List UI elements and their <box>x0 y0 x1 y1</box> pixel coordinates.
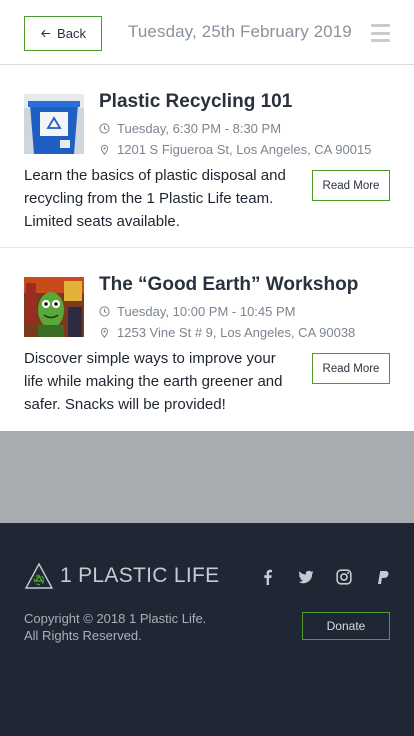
map-pin-icon <box>100 144 109 155</box>
arrow-left-icon <box>41 29 51 38</box>
facebook-icon[interactable] <box>259 568 277 586</box>
event-description: Discover simple ways to improve your lif… <box>24 350 283 413</box>
event-time: Tuesday, 6:30 PM - 8:30 PM <box>99 121 281 136</box>
back-button[interactable]: Back <box>24 16 102 51</box>
instagram-icon[interactable] <box>335 568 353 586</box>
top-bar: Back Tuesday, 25th February 2019 <box>0 0 414 65</box>
event-location: 1253 Vine St # 9, Los Angeles, CA 90038 <box>99 325 355 340</box>
twitter-icon[interactable] <box>297 568 315 586</box>
clock-icon <box>99 306 110 317</box>
copyright-text: Copyright © 2018 1 Plastic Life. All Rig… <box>24 611 207 643</box>
event-card: Plastic Recycling 101 Tuesday, 6:30 PM -… <box>0 65 414 248</box>
event-location-text: 1253 Vine St # 9, Los Angeles, CA 90038 <box>117 325 356 340</box>
menu-icon[interactable] <box>371 24 390 42</box>
donate-button[interactable]: Donate <box>302 612 390 640</box>
event-thumbnail[interactable] <box>24 277 84 337</box>
event-title[interactable]: The “Good Earth” Workshop <box>99 274 358 296</box>
back-label: Back <box>57 26 86 41</box>
content-spacer <box>0 431 414 523</box>
map-pin-icon <box>100 327 109 338</box>
event-time-text: Tuesday, 6:30 PM - 8:30 PM <box>117 121 282 136</box>
event-time: Tuesday, 10:00 PM - 10:45 PM <box>99 304 295 319</box>
event-card: The “Good Earth” Workshop Tuesday, 10:00… <box>0 248 414 431</box>
paypal-icon[interactable] <box>373 568 391 586</box>
logo-text: 1 PLASTIC LIFE <box>60 564 220 587</box>
read-more-button[interactable]: Read More <box>312 170 390 201</box>
event-time-text: Tuesday, 10:00 PM - 10:45 PM <box>117 304 296 319</box>
event-thumbnail[interactable] <box>24 94 84 154</box>
footer-logo[interactable]: 1 PLASTIC LIFE <box>24 562 219 590</box>
recycle-triangle-icon <box>24 562 54 589</box>
page-title: Tuesday, 25th February 2019 <box>128 22 352 41</box>
event-title[interactable]: Plastic Recycling 101 <box>99 91 292 113</box>
event-location: 1201 S Figueroa St, Los Angeles, CA 9001… <box>99 142 371 157</box>
event-description: Learn the basics of plastic disposal and… <box>24 167 286 230</box>
footer: 1 PLASTIC LIFE Copyright © 2018 1 Plasti… <box>0 523 414 736</box>
clock-icon <box>99 123 110 134</box>
event-location-text: 1201 S Figueroa St, Los Angeles, CA 9001… <box>117 142 372 157</box>
read-more-button[interactable]: Read More <box>312 353 390 384</box>
